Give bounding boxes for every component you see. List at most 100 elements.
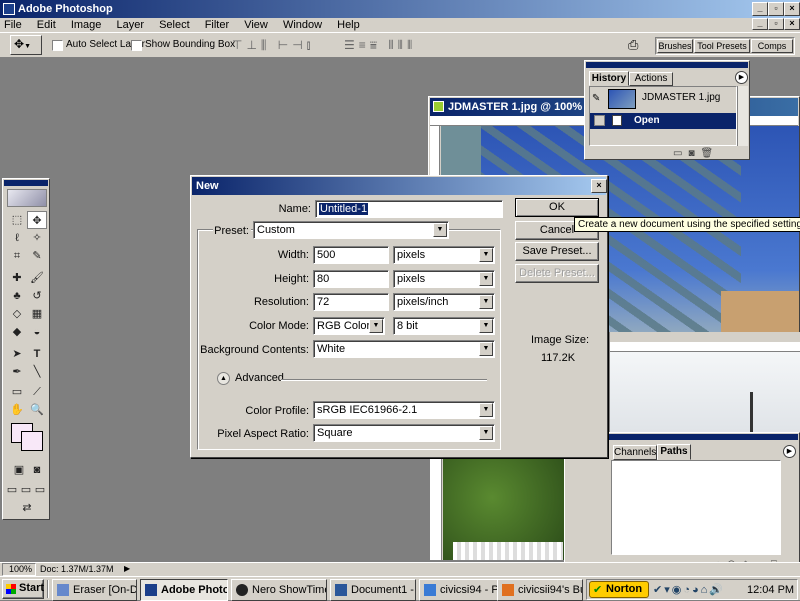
- move-tool-preset-button[interactable]: ✥▼: [10, 35, 42, 55]
- width-input[interactable]: 500: [313, 246, 389, 264]
- history-palette-menu-icon[interactable]: ▶: [735, 71, 748, 84]
- magic-wand-tool-icon[interactable]: ✧: [27, 229, 47, 247]
- doc-close-button[interactable]: ×: [784, 18, 800, 30]
- menu-window[interactable]: Window: [283, 19, 322, 31]
- ok-button[interactable]: OK: [515, 198, 599, 217]
- height-input[interactable]: 80: [313, 270, 389, 288]
- menu-file[interactable]: File: [4, 19, 22, 31]
- dodge-tool-icon[interactable]: ◒: [27, 323, 47, 341]
- menu-image[interactable]: Image: [71, 19, 102, 31]
- save-preset-button[interactable]: Save Preset...: [515, 242, 599, 261]
- history-footer-icons[interactable]: ▭◙🗑: [673, 148, 719, 159]
- resolution-input[interactable]: 72: [313, 293, 389, 311]
- color-profile-select[interactable]: sRGB IEC61966-2.1 ▼: [313, 401, 495, 419]
- background-contents-select[interactable]: White ▼: [313, 340, 495, 358]
- hand-tool-icon[interactable]: ✋: [7, 401, 27, 419]
- doc-info: Doc: 1.37M/1.37M: [40, 564, 114, 574]
- jump-to-imageready-icon[interactable]: ⇄: [15, 499, 39, 517]
- history-palette-header: [586, 62, 748, 68]
- history-scrollbar[interactable]: [737, 86, 748, 146]
- menu-layer[interactable]: Layer: [116, 19, 144, 31]
- palette-tab-brushes[interactable]: Brushes: [657, 39, 693, 53]
- dialog-close-button[interactable]: ×: [591, 179, 607, 193]
- background-color-swatch[interactable]: [21, 431, 43, 451]
- tab-paths[interactable]: Paths: [657, 444, 691, 460]
- menu-filter[interactable]: Filter: [205, 19, 229, 31]
- screen-mode-full-menu-icon[interactable]: ▭: [19, 481, 33, 499]
- name-input[interactable]: Untitled-1: [315, 200, 503, 218]
- gradient-tool-icon[interactable]: ▦: [27, 305, 47, 323]
- step-checkbox[interactable]: [594, 115, 605, 126]
- auto-select-checkbox[interactable]: [52, 40, 63, 51]
- crop-tool-icon[interactable]: ⌗: [7, 247, 27, 265]
- menu-help[interactable]: Help: [337, 19, 360, 31]
- zoom-field[interactable]: 100%: [2, 563, 36, 576]
- bit-depth-select[interactable]: 8 bit ▼: [393, 317, 495, 335]
- taskbar-button-photoshop[interactable]: Adobe Photo...: [140, 579, 228, 601]
- quick-mask-mode-icon[interactable]: ◙: [27, 461, 47, 479]
- type-tool-icon[interactable]: T: [27, 345, 47, 363]
- height-unit-select[interactable]: pixels ▼: [393, 270, 495, 288]
- tab-history[interactable]: History: [589, 71, 629, 86]
- taskbar-button-civicsii94[interactable]: civicsii94's Bud...: [497, 579, 583, 601]
- screen-mode-standard-icon[interactable]: ▭: [5, 481, 19, 499]
- delete-preset-button[interactable]: Delete Preset...: [515, 264, 599, 283]
- bounding-box-checkbox[interactable]: [131, 40, 142, 51]
- eyedropper-tool-icon[interactable]: ⟋: [27, 383, 47, 401]
- palette-tab-tool-presets[interactable]: Tool Presets: [694, 39, 750, 53]
- marquee-tool-icon[interactable]: ⬚: [7, 211, 27, 229]
- tab-channels[interactable]: Channels: [613, 445, 657, 460]
- start-button[interactable]: Start: [2, 579, 44, 599]
- paths-palette-menu-icon[interactable]: ▶: [783, 445, 796, 458]
- taskbar-button-nero[interactable]: Nero ShowTime: [231, 579, 327, 601]
- taskbar-button-eraser[interactable]: Eraser [On-D...: [52, 579, 137, 601]
- history-snapshot-row[interactable]: ✎ JDMASTER 1.jpg: [590, 87, 736, 111]
- move-tool-icon[interactable]: ✥: [27, 211, 47, 229]
- standard-mode-icon[interactable]: ▣: [9, 461, 29, 479]
- align-buttons[interactable]: ⊤⊥⫼ ⊢⊣⫾: [232, 38, 315, 53]
- minimize-button[interactable]: _: [752, 2, 768, 16]
- history-step-open[interactable]: Open: [590, 113, 736, 129]
- blur-tool-icon[interactable]: ◆: [7, 323, 27, 341]
- width-unit-select[interactable]: pixels ▼: [393, 246, 495, 264]
- eraser-tool-icon[interactable]: ◇: [7, 305, 27, 323]
- clone-stamp-tool-icon[interactable]: ♣: [7, 287, 27, 305]
- screen-mode-full-icon[interactable]: ▭: [33, 481, 47, 499]
- palette-tab-comps[interactable]: Comps: [751, 39, 793, 53]
- photoshop-taskbar-icon: [145, 584, 157, 596]
- line-tool-icon[interactable]: ╲: [27, 363, 47, 381]
- second-canvas-photo[interactable]: [610, 352, 800, 432]
- taskbar-button-civicsi94[interactable]: civicsi94 - Phot...: [419, 579, 507, 601]
- maximize-button[interactable]: ▫: [768, 2, 784, 16]
- doc-restore-button[interactable]: ▫: [768, 18, 784, 30]
- preset-select[interactable]: Custom ▼: [253, 221, 449, 239]
- history-brush-tool-icon[interactable]: ↺: [27, 287, 47, 305]
- document-icon: [433, 101, 444, 112]
- brush-tool-icon[interactable]: 🖌: [27, 269, 47, 287]
- healing-brush-tool-icon[interactable]: ✚: [7, 269, 27, 287]
- slice-tool-icon[interactable]: ✎: [27, 247, 47, 265]
- norton-tray-button[interactable]: ✔ Norton: [589, 581, 649, 598]
- tray-icons[interactable]: ✔▾◉◔◕⌂🔊: [653, 583, 725, 596]
- zoom-tool-icon[interactable]: 🔍: [27, 401, 47, 419]
- tab-actions[interactable]: Actions: [629, 72, 673, 86]
- resolution-unit-select[interactable]: pixels/inch ▼: [393, 293, 495, 311]
- menu-view[interactable]: View: [244, 19, 268, 31]
- third-canvas-photo[interactable]: [443, 456, 566, 560]
- menu-select[interactable]: Select: [159, 19, 190, 31]
- lasso-tool-icon[interactable]: ℓ: [7, 229, 27, 247]
- doc-minimize-button[interactable]: _: [752, 18, 768, 30]
- pen-tool-icon[interactable]: ✒: [7, 363, 27, 381]
- close-button[interactable]: ×: [784, 2, 800, 16]
- distribute-buttons[interactable]: ☰≡⩸ ⦀⦀⦀: [344, 38, 416, 53]
- chevron-down-icon: ▼: [479, 295, 493, 309]
- menu-edit[interactable]: Edit: [37, 19, 56, 31]
- status-menu-icon[interactable]: ▶: [124, 564, 130, 573]
- adobe-online-logo[interactable]: [7, 189, 47, 207]
- color-mode-select[interactable]: RGB Color ▼: [313, 317, 385, 335]
- pixel-aspect-ratio-select[interactable]: Square ▼: [313, 424, 495, 442]
- path-selection-tool-icon[interactable]: ➤: [7, 345, 27, 363]
- taskbar-button-document1[interactable]: Document1 - ...: [330, 579, 416, 601]
- notes-tool-icon[interactable]: ▭: [7, 383, 27, 401]
- palette-well-icon[interactable]: ⎙: [628, 37, 646, 53]
